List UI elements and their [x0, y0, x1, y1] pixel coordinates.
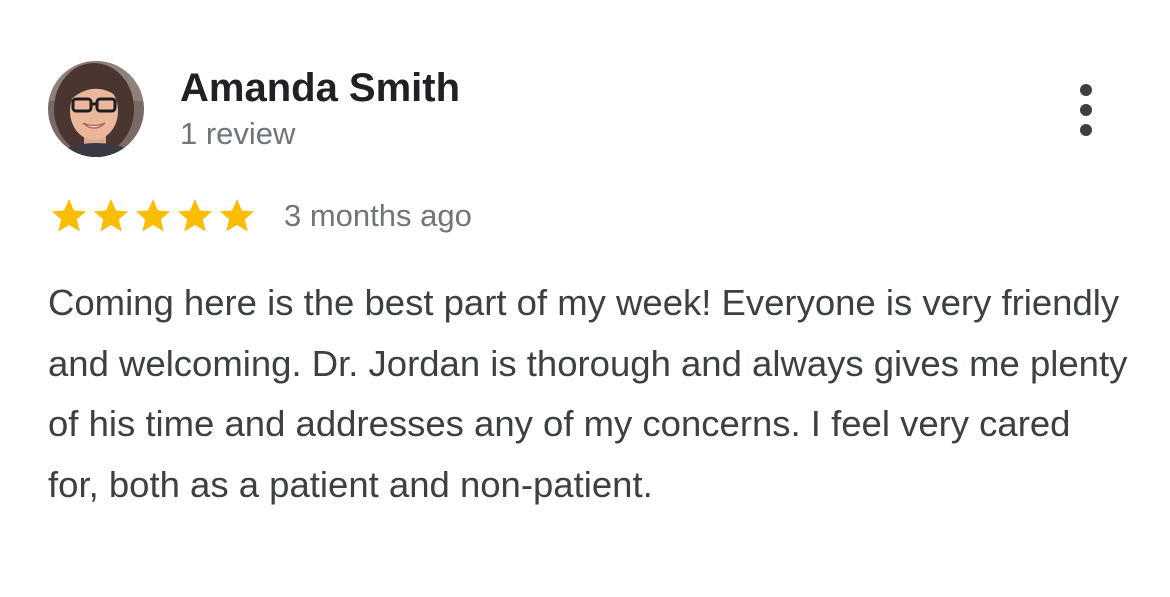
reviewer-name[interactable]: Amanda Smith	[180, 65, 460, 111]
person-with-glasses-avatar-icon	[48, 61, 144, 157]
review-card: Amanda Smith 1 review 3 months ago Comin…	[0, 0, 1170, 597]
avatar[interactable]	[48, 61, 144, 157]
more-vertical-icon-dot	[1080, 124, 1092, 136]
star-icon	[177, 199, 213, 232]
more-options-button[interactable]	[1066, 84, 1106, 136]
star-icon	[219, 199, 255, 232]
more-vertical-icon-dot	[1080, 104, 1092, 116]
star-rating	[48, 196, 258, 236]
rating-row: 3 months ago	[48, 195, 472, 237]
review-date: 3 months ago	[284, 198, 472, 233]
star-icon	[93, 199, 129, 232]
more-vertical-icon-dot	[1080, 84, 1092, 96]
review-count[interactable]: 1 review	[180, 116, 295, 152]
review-text: Coming here is the best part of my week!…	[48, 282, 1128, 505]
star-icon	[51, 199, 87, 232]
star-icon	[135, 199, 171, 232]
